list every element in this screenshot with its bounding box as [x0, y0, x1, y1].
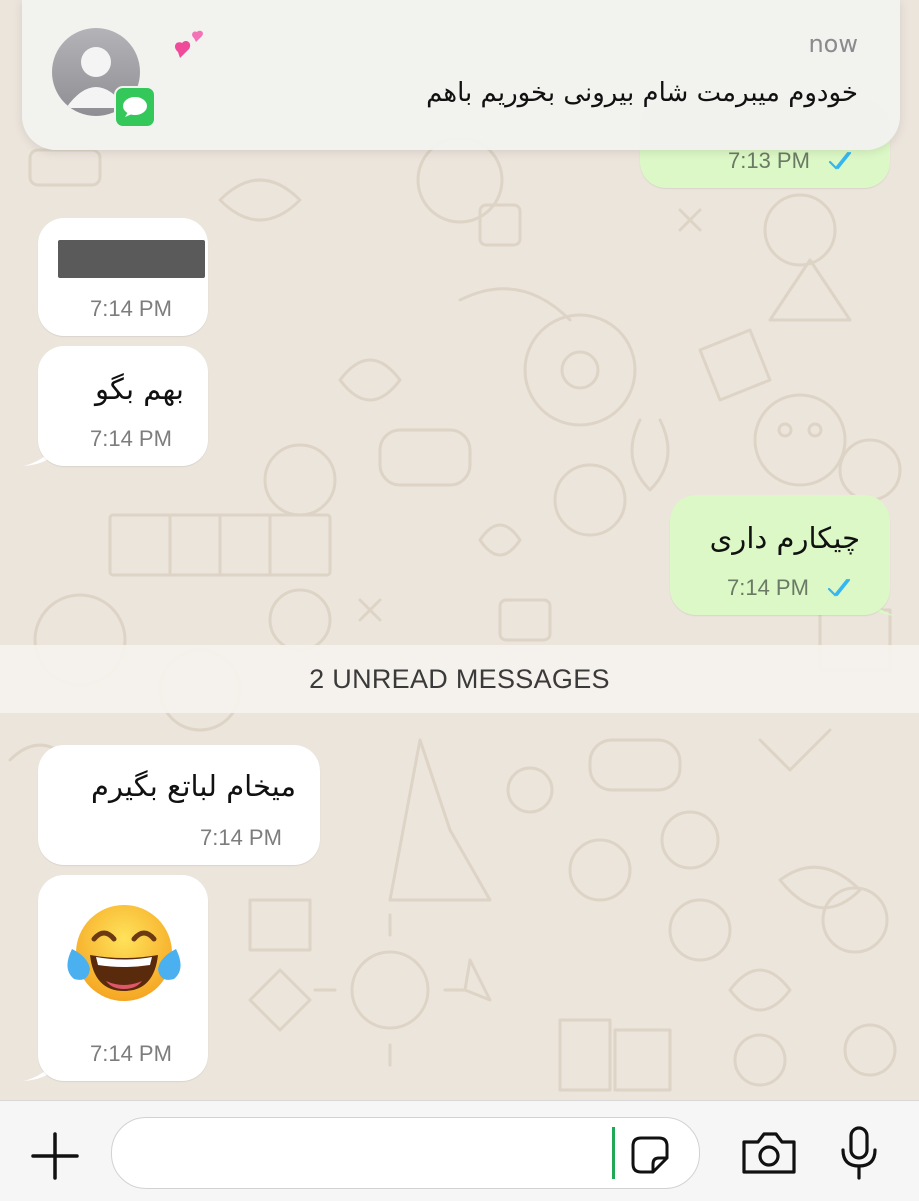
- text-cursor: [612, 1127, 615, 1179]
- message-text: میخام لباتع بگیرم: [91, 769, 296, 803]
- microphone-icon[interactable]: [834, 1123, 884, 1183]
- notification-message: خودوم میبرمت شام بیرونی بخوریم باهم: [426, 78, 858, 108]
- message-timestamp: 7:14 PM: [727, 575, 809, 600]
- message-bubble-incoming[interactable]: میخام لباتع بگیرم 7:14 PM: [38, 745, 320, 865]
- notification-time: now: [808, 30, 858, 58]
- messages-icon: [114, 86, 156, 128]
- plus-icon[interactable]: [28, 1129, 82, 1183]
- message-timestamp: 7:13 PM: [728, 148, 810, 173]
- redacted-content: [58, 240, 205, 278]
- message-bubble-incoming[interactable]: بهم بگو 7:14 PM: [38, 346, 208, 466]
- read-checkmarks-icon: [827, 578, 851, 597]
- two-hearts-icon: [175, 30, 203, 58]
- message-bubble-outgoing[interactable]: چیکارم داری 7:14 PM: [670, 495, 890, 615]
- read-checkmarks-icon: [828, 151, 852, 170]
- unread-messages-divider: 2 UNREAD MESSAGES: [0, 645, 919, 713]
- message-timestamp: 7:14 PM: [200, 825, 282, 850]
- tears-of-joy-emoji: [67, 905, 181, 1001]
- message-timestamp: 7:14 PM: [90, 426, 172, 451]
- message-input[interactable]: [111, 1117, 700, 1189]
- message-bubble-incoming[interactable]: 7:14 PM: [38, 218, 208, 336]
- message-timestamp: 7:14 PM: [90, 296, 172, 321]
- message-bubble-incoming[interactable]: 7:14 PM: [38, 875, 208, 1081]
- message-text: بهم بگو: [94, 372, 184, 406]
- message-text: چیکارم داری: [709, 521, 860, 555]
- notification-banner[interactable]: now خودوم میبرمت شام بیرونی بخوریم باهم: [22, 0, 900, 150]
- message-input-bar: [0, 1100, 919, 1201]
- camera-icon[interactable]: [738, 1127, 800, 1179]
- message-timestamp: 7:14 PM: [90, 1041, 172, 1066]
- sticker-icon[interactable]: [626, 1131, 672, 1177]
